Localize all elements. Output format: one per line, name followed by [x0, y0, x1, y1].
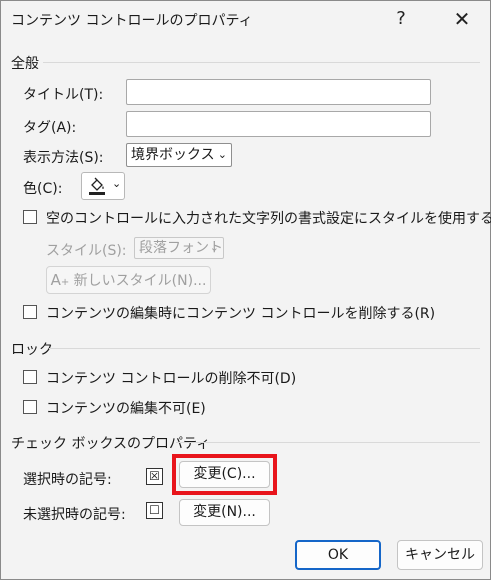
- no-delete-label: コンテンツ コントロールの削除不可(D): [46, 371, 297, 387]
- chevron-down-icon: ⌄: [209, 241, 219, 254]
- remove-on-edit-checkbox[interactable]: [23, 305, 37, 319]
- style-label: スタイル(S):: [46, 243, 127, 259]
- close-button[interactable]: ✕: [447, 4, 477, 34]
- display-method-value: 境界ボックス: [131, 147, 215, 163]
- use-style-checkbox[interactable]: [23, 210, 37, 224]
- change-checked-symbol-button[interactable]: 変更(C)...: [179, 461, 270, 488]
- content-control-properties-dialog: コンテンツ コントロールのプロパティ ? ✕ 全般 タイトル(T): タグ(A)…: [0, 0, 491, 580]
- chevron-down-icon: ⌄: [112, 177, 122, 190]
- checkbox-properties-divider: [176, 442, 480, 443]
- cancel-button[interactable]: キャンセル: [397, 540, 483, 570]
- lock-section-heading: ロック: [11, 342, 53, 358]
- unchecked-symbol-label: 未選択時の記号:: [23, 507, 126, 523]
- no-delete-checkbox[interactable]: [23, 370, 37, 384]
- display-method-select[interactable]: 境界ボックス ⌄: [126, 143, 232, 167]
- general-section-heading: 全般: [11, 56, 39, 72]
- no-edit-label: コンテンツの編集不可(E): [46, 401, 206, 417]
- ok-button[interactable]: OK: [295, 540, 381, 570]
- change-unchecked-symbol-button[interactable]: 変更(N)...: [179, 499, 270, 526]
- unchecked-symbol-preview: ☐: [146, 502, 163, 519]
- new-style-icon: A+: [50, 271, 70, 289]
- color-picker-button[interactable]: ⌄: [81, 172, 125, 200]
- new-style-button-label: 新しいスタイル(N)...: [73, 273, 207, 289]
- tag-input[interactable]: [126, 111, 431, 137]
- checked-symbol-label: 選択時の記号:: [23, 472, 112, 488]
- title-input[interactable]: [126, 79, 431, 105]
- checked-symbol-preview: ☒: [146, 468, 163, 485]
- chevron-down-icon: ⌄: [217, 148, 227, 161]
- lock-section-divider: [49, 348, 480, 349]
- general-section-divider: [43, 62, 480, 63]
- paint-bucket-icon: [87, 176, 107, 200]
- help-button[interactable]: ?: [386, 4, 416, 34]
- remove-on-edit-label: コンテンツの編集時にコンテンツ コントロールを削除する(R): [46, 306, 436, 322]
- style-select[interactable]: 段落フォント ⌄: [134, 237, 224, 259]
- display-method-label: 表示方法(S):: [23, 150, 104, 166]
- color-label: 色(C):: [23, 181, 63, 197]
- title-label: タイトル(T):: [23, 87, 104, 103]
- no-edit-checkbox[interactable]: [23, 400, 37, 414]
- tag-label: タグ(A):: [23, 120, 77, 136]
- use-style-checkbox-label: 空のコントロールに入力された文字列の書式設定にスタイルを使用する(U): [46, 211, 491, 227]
- dialog-title: コンテンツ コントロールのプロパティ: [11, 13, 253, 29]
- new-style-button[interactable]: A+ 新しいスタイル(N)...: [46, 266, 211, 294]
- checkbox-properties-heading: チェック ボックスのプロパティ: [11, 436, 211, 452]
